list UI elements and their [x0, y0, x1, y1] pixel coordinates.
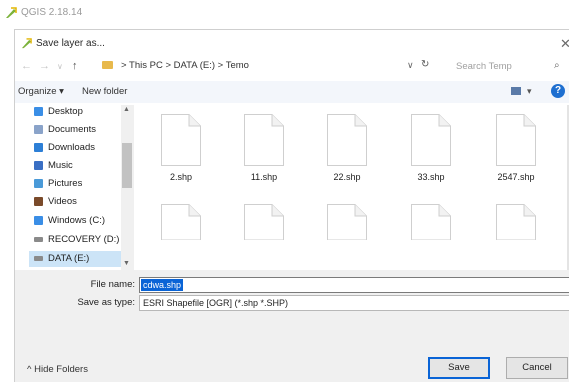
recent-dropdown-icon[interactable]: ∨ [57, 62, 63, 71]
file-name-input[interactable]: cdwa.shp [139, 277, 569, 293]
breadcrumb-separator: > [121, 60, 127, 71]
dialog-title: Save layer as... [36, 38, 105, 49]
file-item[interactable]: 2547.shp [481, 114, 551, 189]
file-icon [161, 114, 201, 166]
refresh-icon[interactable]: ↻ [421, 59, 429, 70]
file-name: 2.shp [169, 172, 193, 182]
breadcrumb-separator: > [165, 60, 172, 71]
documents-icon [34, 125, 43, 134]
address-bar[interactable]: > This PC > DATA (E:) > Temo ∨ ↻ [99, 56, 434, 76]
breadcrumb-separator: > [217, 60, 224, 71]
save-type-label: Save as type: [77, 297, 135, 308]
videos-icon [34, 197, 43, 206]
back-arrow-icon[interactable]: ← [21, 60, 32, 72]
qgis-title-bar: QGIS 2.18.14 [0, 0, 569, 27]
view-dropdown-icon[interactable]: ▾ [527, 86, 532, 97]
scroll-thumb[interactable] [122, 143, 132, 188]
file-item[interactable]: 2.shp [146, 114, 216, 189]
search-box[interactable]: Search Temp ⌕ [446, 56, 569, 76]
drive-icon [34, 256, 43, 261]
app-title: QGIS 2.18.14 [21, 7, 83, 18]
file-name-label: File name: [90, 279, 135, 290]
cancel-button[interactable]: Cancel [506, 357, 568, 379]
scroll-down-icon[interactable]: ▼ [123, 260, 130, 267]
windows-drive-icon [34, 216, 43, 225]
file-name: 11.shp [250, 172, 278, 182]
search-icon[interactable]: ⌕ [554, 60, 560, 71]
navigation-pane: Desktop Documents Downloads Music Pictur… [15, 105, 134, 270]
forward-arrow-icon[interactable]: → [39, 60, 50, 72]
file-icon [244, 114, 284, 166]
view-options-icon[interactable] [511, 87, 521, 95]
pictures-icon [34, 179, 43, 188]
file-icon[interactable] [327, 204, 367, 240]
close-icon[interactable]: ✕ [560, 36, 569, 52]
hide-folders-toggle[interactable]: ^ Hide Folders [27, 364, 88, 375]
organize-button[interactable]: Organize ▾ [18, 86, 64, 97]
help-icon[interactable]: ? [551, 84, 565, 98]
save-form: File name: cdwa.shp Save as type: ESRI S… [15, 270, 569, 382]
breadcrumb-temo[interactable]: Temo [226, 60, 249, 71]
file-icon[interactable] [244, 204, 284, 240]
save-button[interactable]: Save [428, 357, 490, 379]
save-type-select[interactable]: ESRI Shapefile [OGR] (*.shp *.SHP) [139, 295, 569, 311]
downloads-icon [34, 143, 43, 152]
address-dropdown-icon[interactable]: ∨ [407, 60, 414, 71]
qgis-logo-icon [6, 7, 17, 18]
file-name: 22.shp [333, 172, 361, 182]
file-icon[interactable] [161, 204, 201, 240]
breadcrumb-this-pc[interactable]: This PC [129, 60, 163, 71]
drive-icon [34, 237, 43, 242]
folder-icon [102, 61, 113, 69]
save-type-value: ESRI Shapefile [OGR] (*.shp *.SHP) [143, 298, 289, 308]
nav-item-data-e[interactable]: DATA (E:) [29, 251, 132, 267]
music-icon [34, 161, 43, 170]
breadcrumb: > This PC > DATA (E:) > Temo [121, 60, 249, 71]
breadcrumb-data-drive[interactable]: DATA (E:) [174, 60, 215, 71]
toolbar: Organize ▾ New folder ▾ ? [15, 81, 569, 103]
file-icon [327, 114, 367, 166]
file-name-value: cdwa.shp [141, 279, 184, 291]
file-icon [411, 114, 451, 166]
save-dialog: Save layer as... ✕ ← → ∨ ↑ > This PC > D… [14, 29, 569, 382]
up-arrow-icon[interactable]: ↑ [72, 60, 78, 72]
new-folder-button[interactable]: New folder [82, 86, 127, 97]
qgis-logo-icon [21, 38, 32, 49]
file-icon[interactable] [411, 204, 451, 240]
nav-scrollbar[interactable]: ▲ ▼ [121, 105, 134, 270]
desktop-folder-icon [34, 107, 43, 116]
file-item[interactable]: 33.shp [396, 114, 466, 189]
file-item[interactable]: 11.shp [229, 114, 299, 189]
search-placeholder: Search Temp [456, 61, 512, 72]
file-name: 33.shp [417, 172, 445, 182]
file-name: 2547.shp [497, 172, 535, 182]
file-item[interactable]: 22.shp [312, 114, 382, 189]
scroll-up-icon[interactable]: ▲ [123, 106, 130, 113]
file-icon[interactable] [496, 204, 536, 240]
file-icon [496, 114, 536, 166]
